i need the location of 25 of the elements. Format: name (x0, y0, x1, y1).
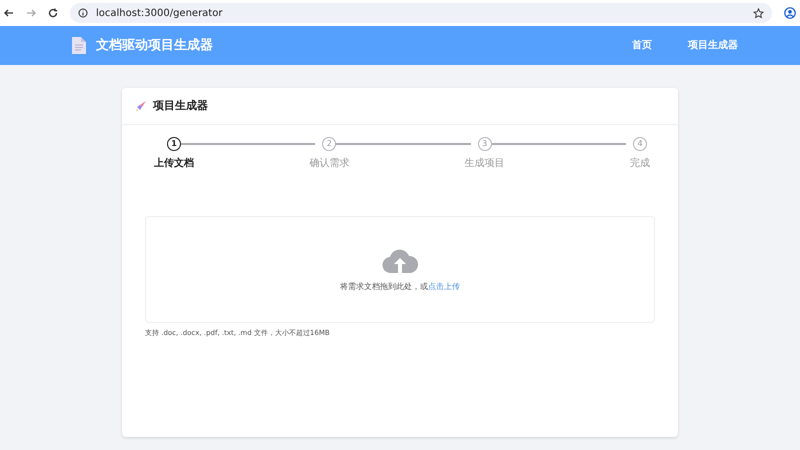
step-label: 完成 (630, 156, 650, 171)
step-number: 1 (167, 137, 181, 151)
nav-link[interactable]: 项目生成器 (688, 38, 738, 53)
step-label: 确认需求 (309, 156, 350, 171)
upload-link[interactable]: 点击上传 (428, 282, 460, 290)
step-label: 生成项目 (464, 156, 505, 171)
rocket-icon (135, 100, 147, 112)
step-number: 2 (322, 137, 336, 151)
step-number: 4 (633, 137, 647, 151)
address-bar[interactable]: localhost:3000/generator (70, 3, 772, 23)
card-title: 项目生成器 (153, 98, 208, 114)
step-number: 3 (478, 137, 492, 151)
step-label: 上传文档 (154, 156, 194, 171)
cloud-upload-icon (382, 246, 418, 272)
app-title: 文档驱动项目生成器 (96, 36, 214, 55)
document-icon (72, 37, 86, 54)
star-icon[interactable] (753, 8, 764, 18)
nav-link[interactable]: 首页 (632, 38, 652, 53)
info-icon (78, 8, 88, 18)
profile-icon[interactable] (784, 7, 796, 19)
back-icon[interactable] (4, 8, 14, 18)
upload-area[interactable]: 将需求文档拖到此处，或点击上传 (145, 216, 655, 323)
url-text: localhost:3000/generator (96, 6, 224, 20)
upload-prompt: 将需求文档拖到此处，或点击上传 (340, 280, 460, 292)
reload-icon[interactable] (48, 8, 58, 18)
